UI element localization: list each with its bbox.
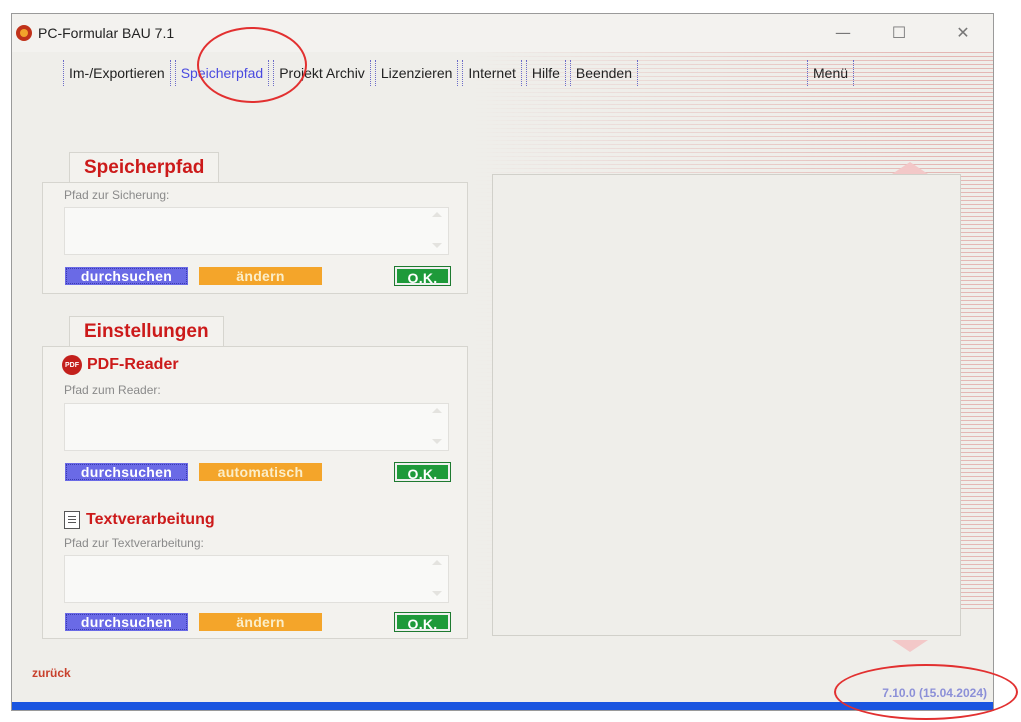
window-title: PC-Formular BAU 7.1 <box>38 25 175 41</box>
app-logo-icon <box>16 25 32 41</box>
einstellungen-panel: PDF PDF-Reader Pfad zum Reader: durchsuc… <box>42 346 468 639</box>
preview-panel <box>492 174 961 636</box>
document-icon <box>64 511 80 529</box>
menu-item-import-export[interactable]: Im-/Exportieren <box>63 60 171 86</box>
backup-ok-button[interactable]: O.K. <box>394 266 451 286</box>
textverarbeitung-heading: Textverarbeitung <box>64 511 215 529</box>
reader-auto-button[interactable]: automatisch <box>199 463 322 481</box>
scroll-up-icon[interactable] <box>432 408 442 413</box>
reader-path-field[interactable] <box>64 403 449 451</box>
menu-item-menu[interactable]: Menü <box>807 60 855 86</box>
menu-item-lizenzieren[interactable]: Lizenzieren <box>374 60 459 86</box>
backup-path-field[interactable] <box>64 207 449 255</box>
scroll-up-arrow-icon[interactable] <box>892 162 928 174</box>
backup-change-button[interactable]: ändern <box>199 267 322 285</box>
menu-item-beenden[interactable]: Beenden <box>569 60 638 86</box>
text-ok-button[interactable]: O.K. <box>394 612 451 632</box>
text-change-button[interactable]: ändern <box>199 613 322 631</box>
highlight-circle-menu <box>197 27 307 103</box>
app-window: PC-Formular BAU 7.1 — ☐ ✕ Im-/Exportiere… <box>11 13 994 711</box>
reader-path-label: Pfad zum Reader: <box>64 383 161 397</box>
speicherpfad-tab: Speicherpfad <box>69 152 220 184</box>
pdf-icon: PDF <box>62 355 82 375</box>
maximize-button[interactable]: ☐ <box>876 14 922 52</box>
highlight-circle-version <box>834 664 1018 720</box>
text-path-field[interactable] <box>64 555 449 603</box>
scroll-down-icon[interactable] <box>432 591 442 596</box>
scroll-down-arrow-icon[interactable] <box>892 640 928 652</box>
text-browse-button[interactable]: durchsuchen <box>65 613 188 631</box>
scroll-up-icon[interactable] <box>432 560 442 565</box>
einstellungen-tab: Einstellungen <box>69 316 224 348</box>
title-bar: PC-Formular BAU 7.1 — ☐ ✕ <box>12 14 993 52</box>
backup-path-label: Pfad zur Sicherung: <box>64 188 170 202</box>
menu-item-hilfe[interactable]: Hilfe <box>525 60 566 86</box>
scroll-down-icon[interactable] <box>432 243 442 248</box>
reader-ok-button[interactable]: O.K. <box>394 462 451 482</box>
reader-browse-button[interactable]: durchsuchen <box>65 463 188 481</box>
pdf-reader-title: PDF-Reader <box>87 356 179 373</box>
minimize-button[interactable]: — <box>820 14 866 52</box>
close-button[interactable]: ✕ <box>940 14 986 52</box>
textverarbeitung-title: Textverarbeitung <box>86 511 215 528</box>
scroll-up-icon[interactable] <box>432 212 442 217</box>
speicherpfad-panel: Pfad zur Sicherung: durchsuchen ändern O… <box>42 182 468 294</box>
backup-browse-button[interactable]: durchsuchen <box>65 267 188 285</box>
menu-bar: Im-/Exportieren Speicherpfad Projekt Arc… <box>63 60 855 88</box>
menu-item-internet[interactable]: Internet <box>462 60 522 86</box>
scroll-down-icon[interactable] <box>432 439 442 444</box>
pdf-reader-heading: PDF PDF-Reader <box>62 355 179 375</box>
text-path-label: Pfad zur Textverarbeitung: <box>64 536 204 550</box>
back-link[interactable]: zurück <box>32 666 71 680</box>
